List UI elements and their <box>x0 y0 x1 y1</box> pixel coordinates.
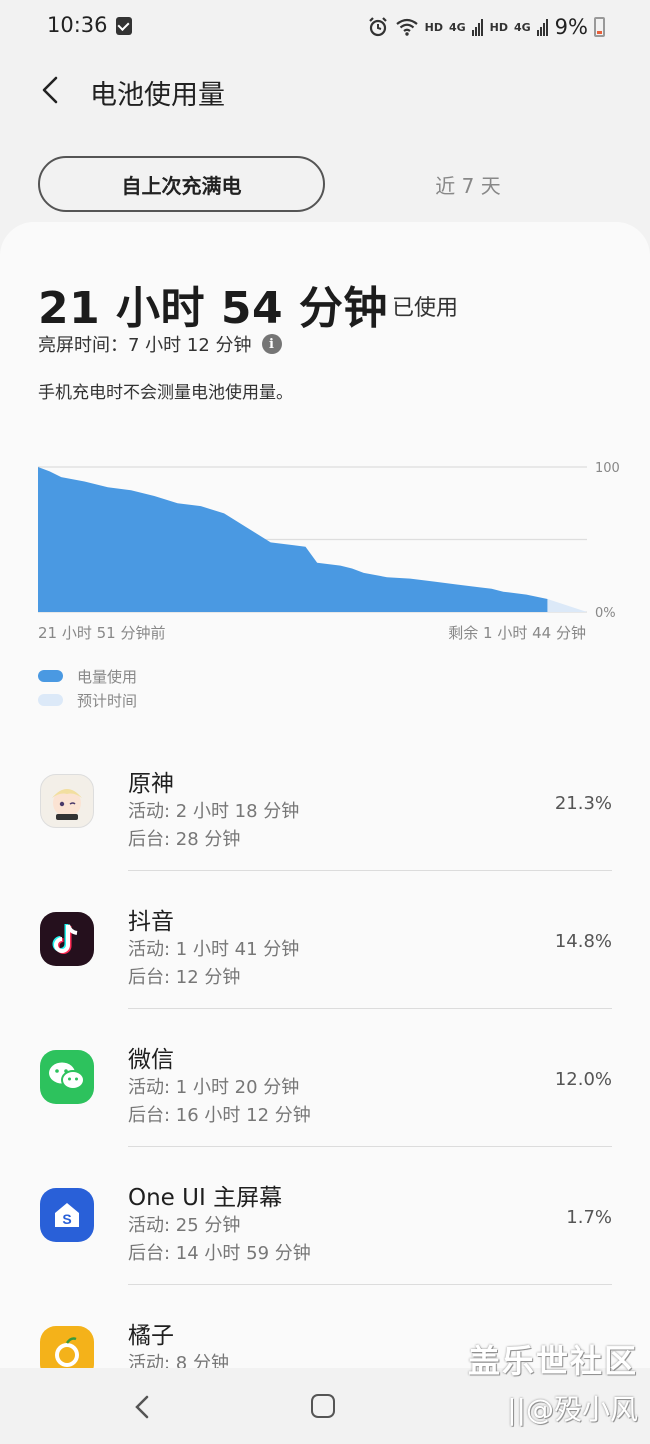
app-name: One UI 主屏幕 <box>128 1185 283 1211</box>
app-row-genshin[interactable]: 原神 活动: 2 小时 18 分钟 后台: 28 分钟 21.3% <box>0 750 650 888</box>
app-active-time: 活动: 8 分钟 <box>128 1353 229 1368</box>
app-active-time: 活动: 1 小时 20 分钟 <box>128 1077 300 1098</box>
nav-home-icon[interactable] <box>311 1394 335 1418</box>
network-label-1: 4G <box>448 20 466 34</box>
legend-forecast: 预计时间 <box>38 688 137 712</box>
app-percent: 14.8% <box>554 931 612 952</box>
notification-check-icon <box>116 17 132 35</box>
battery-percent: 9% <box>554 15 588 39</box>
status-time: 10:36 <box>47 13 108 37</box>
chart-x-end-label: 剩余 1 小时 44 分钟 <box>448 624 586 642</box>
chart-area-forecast <box>547 598 587 612</box>
signal-icon-2 <box>536 19 548 36</box>
app-active-time: 活动: 2 小时 18 分钟 <box>128 801 300 822</box>
legend-usage-label: 电量使用 <box>77 667 138 686</box>
battery-chart-svg: 100 0% <box>38 461 620 621</box>
network-label-2: 4G <box>513 20 531 34</box>
legend-usage: 电量使用 <box>38 664 137 688</box>
battery-icon <box>594 17 605 37</box>
legend-forecast-label: 预计时间 <box>77 691 138 710</box>
app-row-wechat[interactable]: 微信 活动: 1 小时 20 分钟 后台: 16 小时 12 分钟 12.0% <box>0 1026 650 1164</box>
legend-forecast-swatch <box>38 694 63 706</box>
watermark-community: 盖乐世社区 <box>467 1342 638 1380</box>
tab-since-full-charge[interactable]: 自上次充满电 <box>38 156 325 212</box>
divider <box>128 1284 612 1285</box>
chevron-left-icon <box>42 76 58 104</box>
app-percent: 1.7% <box>566 1207 612 1228</box>
chart-legend: 电量使用 预计时间 <box>38 664 137 712</box>
oneui-home-icon: S <box>40 1188 94 1242</box>
app-active-time: 活动: 25 分钟 <box>128 1215 241 1236</box>
screen-time-text: 亮屏时间：7 小时 12 分钟 <box>38 335 252 356</box>
app-background-time: 后台: 28 分钟 <box>128 829 241 850</box>
tab-last-7-days[interactable]: 近 7 天 <box>330 156 606 212</box>
divider <box>128 1008 612 1009</box>
orange-app-icon <box>40 1326 94 1368</box>
back-button[interactable] <box>32 70 68 110</box>
app-background-time: 后台: 14 小时 59 分钟 <box>128 1243 311 1264</box>
watermark-author: ||@殁小风 <box>507 1388 638 1428</box>
alarm-icon <box>368 17 387 37</box>
app-row-douyin[interactable]: 抖音 活动: 1 小时 41 分钟 后台: 12 分钟 14.8% <box>0 888 650 1026</box>
app-row-oneui-home[interactable]: S One UI 主屏幕 活动: 25 分钟 后台: 14 小时 59 分钟 1… <box>0 1164 650 1302</box>
chart-y-tick-max: 100 <box>595 461 620 476</box>
app-active-time: 活动: 1 小时 41 分钟 <box>128 939 300 960</box>
divider <box>128 1146 612 1147</box>
charging-note: 手机充电时不会测量电池使用量。 <box>38 383 293 403</box>
screen-on-time: 亮屏时间：7 小时 12 分钟 i <box>38 331 282 357</box>
app-background-time: 后台: 12 分钟 <box>128 967 241 988</box>
status-bar: 10:36 HD 4G HD 4G 9% <box>0 0 650 56</box>
app-header: 电池使用量 <box>0 56 650 126</box>
total-usage-time: 21 小时 54 分钟 <box>38 283 388 334</box>
app-name: 微信 <box>128 1047 174 1073</box>
app-name: 橘子 <box>128 1323 174 1349</box>
wifi-icon <box>395 18 418 36</box>
info-icon[interactable]: i <box>261 334 282 354</box>
total-usage-suffix: 已使用 <box>392 296 459 321</box>
app-background-time: 后台: 16 小时 12 分钟 <box>128 1105 311 1126</box>
divider <box>128 870 612 871</box>
watermark-bars-icon: || <box>507 1393 526 1426</box>
nav-back-icon[interactable] <box>130 1392 154 1422</box>
app-name: 抖音 <box>128 909 174 935</box>
status-icons: HD 4G HD 4G 9% <box>367 12 605 42</box>
wechat-icon <box>40 1050 94 1104</box>
page-title: 电池使用量 <box>90 80 225 111</box>
douyin-icon <box>40 912 94 966</box>
watermark-author-text: @殁小风 <box>525 1393 638 1426</box>
signal-icon-1 <box>471 19 483 36</box>
hd-label-2: HD <box>489 20 508 34</box>
app-percent: 12.0% <box>554 1069 612 1090</box>
battery-chart: 100 0% <box>0 440 650 650</box>
hd-label-1: HD <box>424 20 443 34</box>
app-percent: 21.3% <box>554 793 612 814</box>
legend-usage-swatch <box>38 670 63 682</box>
chart-x-start-label: 21 小时 51 分钟前 <box>38 624 166 642</box>
chart-y-tick-min: 0% <box>595 606 616 621</box>
genshin-icon <box>40 774 94 828</box>
svg-text:S: S <box>62 1211 71 1227</box>
app-name: 原神 <box>128 771 174 797</box>
